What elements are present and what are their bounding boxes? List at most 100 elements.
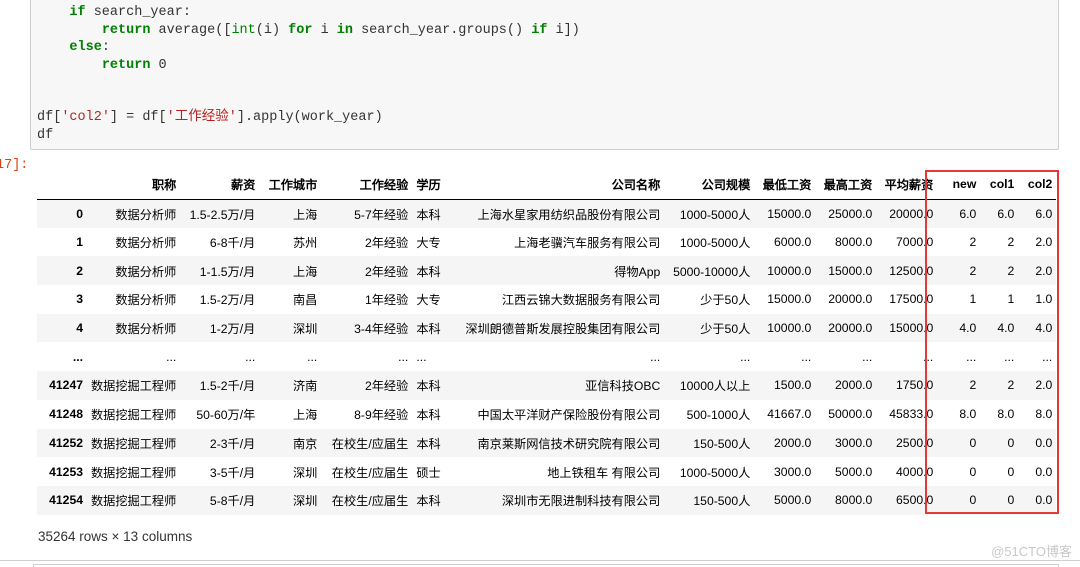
code-token: return xyxy=(101,57,151,73)
table-cell: 2 xyxy=(969,378,977,393)
column-header: 学历 xyxy=(412,170,453,200)
code-token: else xyxy=(69,40,102,55)
table-cell: 济南 xyxy=(292,379,318,394)
code-token: if xyxy=(69,5,86,20)
table-cell: 数据分析师 xyxy=(115,322,177,337)
table-cell: 深圳朗德普斯发展控股集团有限公司 xyxy=(465,322,661,337)
table-cell: 数据分析师 xyxy=(115,207,177,222)
table-cell: 1.5-2.5万/月 xyxy=(189,207,256,222)
table-cell: 苏州 xyxy=(292,236,318,251)
table-cell: ... xyxy=(966,349,977,364)
code-token: i xyxy=(312,22,337,38)
table-row: 41247 数据挖掘工程师 1.5-2千/月 济南 2年经验 本科 亚信科技OBC 10000… xyxy=(37,371,1057,400)
table-cell: 在校生/应届生 xyxy=(331,436,409,451)
table-cell: 深圳 xyxy=(292,322,318,337)
column-header: 公司规模 xyxy=(664,170,755,200)
table-cell: 5-7年经验 xyxy=(354,207,409,222)
code-cell[interactable]: if search_year: return average([int(i) f… xyxy=(30,0,1059,150)
table-cell: 5-8千/月 xyxy=(209,494,256,509)
table-cell: 1-1.5万/月 xyxy=(199,264,256,279)
table-cell: 17500.0 xyxy=(889,292,934,307)
code-line: df xyxy=(37,127,580,145)
table-cell: ... xyxy=(307,349,318,364)
table-cell: 5000.0 xyxy=(774,493,812,508)
column-header: 职称 xyxy=(87,170,181,200)
table-cell: 7000.0 xyxy=(896,235,934,250)
table-cell: 深圳 xyxy=(292,494,318,509)
code-token: : xyxy=(101,40,110,55)
code-line: if search_year: xyxy=(37,4,580,22)
row-index: ... xyxy=(72,349,83,364)
table-cell: 2年经验 xyxy=(364,379,409,394)
code-token: for xyxy=(288,22,313,38)
table-cell: 在校生/应届生 xyxy=(331,494,409,509)
table-cell: 少于50人 xyxy=(700,322,751,337)
table-cell: 3-5千/月 xyxy=(209,465,256,480)
table-cell: 0 xyxy=(1007,493,1015,508)
table-cell: 3000.0 xyxy=(835,435,873,450)
table-cell: 150-500人 xyxy=(693,494,751,509)
table-cell: 中国太平洋财产保险股份有限公司 xyxy=(477,408,661,423)
table-row: 2 数据分析师 1-1.5万/月 上海 2年经验 本科 得物App 5000-10000人 10… xyxy=(37,256,1057,286)
table-cell: 数据挖掘工程师 xyxy=(91,379,177,394)
table-cell: 1 xyxy=(1007,292,1015,307)
table-cell: 10000.0 xyxy=(767,321,812,336)
table-cell: 大专 xyxy=(416,293,441,308)
table-cell: 2.0 xyxy=(1035,235,1053,250)
table-cell: 上海水星家用纺织品股份有限公司 xyxy=(477,207,661,222)
table-cell: 6-8千/月 xyxy=(209,236,256,251)
table-cell: 3000.0 xyxy=(774,464,812,479)
table-cell: 6.0 xyxy=(997,206,1015,221)
table-cell: 本科 xyxy=(416,322,441,337)
code-token: df xyxy=(37,127,54,143)
table-cell: 2 xyxy=(1007,378,1015,393)
row-index: 41254 xyxy=(49,493,83,508)
table-cell: 10000人以上 xyxy=(679,379,751,394)
table-cell: 15000.0 xyxy=(767,292,812,307)
code-token: ].apply(work_year) xyxy=(236,110,383,125)
row-index: 41247 xyxy=(49,378,83,393)
table-cell: 本科 xyxy=(416,379,441,394)
table-cell: 50-60万/年 xyxy=(196,408,256,423)
table-cell: ... xyxy=(1004,349,1015,364)
table-cell: 数据挖掘工程师 xyxy=(91,465,177,480)
row-index: 2 xyxy=(76,263,83,278)
table-cell: ... xyxy=(740,349,751,364)
row-index: 4 xyxy=(76,321,83,336)
table-cell: 0 xyxy=(1007,435,1015,450)
table-cell: 5000-10000人 xyxy=(673,264,751,279)
table-cell: 本科 xyxy=(416,207,441,222)
row-index: 1 xyxy=(76,235,83,250)
row-index: 41248 xyxy=(49,407,83,422)
table-cell: 1 xyxy=(969,292,977,307)
row-index: 3 xyxy=(76,292,83,307)
table-cell: 数据分析师 xyxy=(115,293,177,308)
table-row: 41248 数据挖掘工程师 50-60万/年 上海 8-9年经验 本科 中国太平洋财产保险股… xyxy=(37,400,1056,429)
table-cell: 3-4年经验 xyxy=(354,322,409,337)
table-cell: 2500.0 xyxy=(896,435,934,450)
table-cell: 上海 xyxy=(292,207,318,222)
table-cell: 1500.0 xyxy=(774,378,812,393)
table-cell: 数据分析师 xyxy=(115,236,177,251)
table-cell: 41667.0 xyxy=(767,407,812,422)
table-cell: 2 xyxy=(969,263,977,278)
table-cell: ... xyxy=(398,349,409,364)
code-token: 'col2' xyxy=(61,110,110,125)
table-cell: 15000.0 xyxy=(889,321,934,336)
table-cell: 6.0 xyxy=(1035,206,1053,221)
table-cell: 南京莱斯网信技术研究院有限公司 xyxy=(477,436,661,451)
code-token: int xyxy=(231,22,256,38)
table-cell: 12500.0 xyxy=(889,263,934,278)
column-header: 工作城市 xyxy=(259,170,322,200)
table-cell: 1.5-2万/月 xyxy=(199,293,256,308)
code-line: return 0 xyxy=(37,57,580,75)
table-cell: 本科 xyxy=(416,494,441,509)
table-cell: 上海 xyxy=(292,264,318,279)
table-cell: 0.0 xyxy=(1035,493,1053,508)
table-cell: 1000-5000人 xyxy=(679,465,751,480)
table-cell: 数据挖掘工程师 xyxy=(91,408,177,423)
table-cell: 0 xyxy=(969,493,977,508)
code-editor[interactable]: if search_year: return average([int(i) f… xyxy=(37,4,580,144)
table-cell: 1.0 xyxy=(1035,292,1053,307)
